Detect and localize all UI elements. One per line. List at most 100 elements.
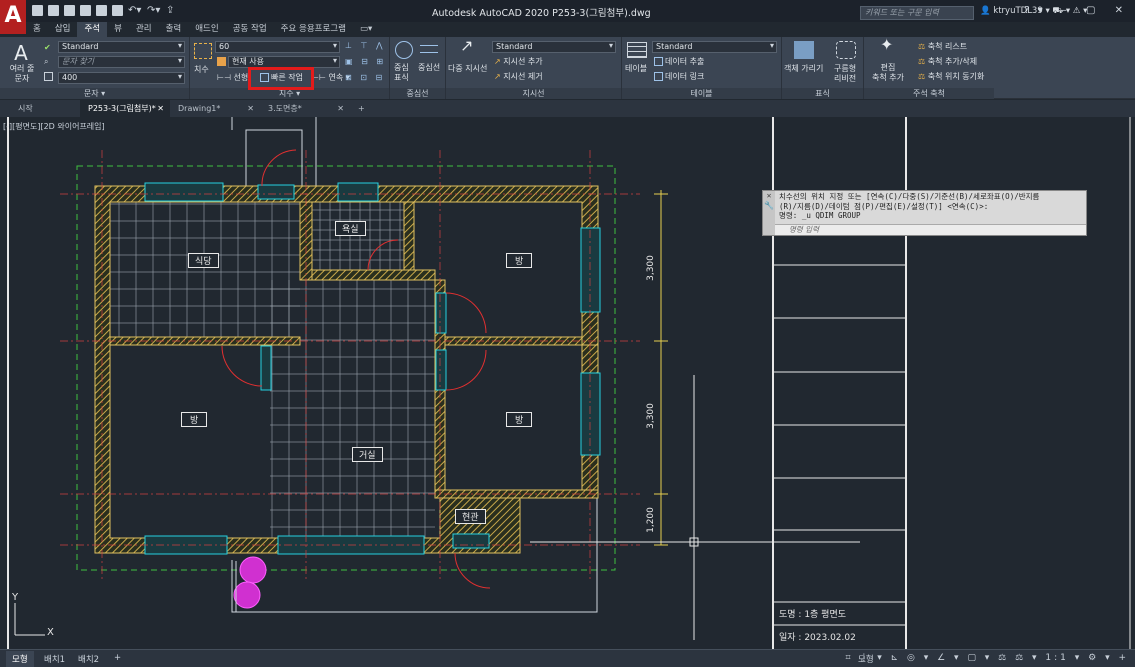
search-input[interactable]: 키워드 또는 구문 입력 (860, 6, 974, 20)
text-style-combo[interactable]: Standard (58, 41, 185, 53)
remove-leader-button[interactable]: ↗ 지시선 제거 (494, 72, 543, 82)
close-icon[interactable]: ✕ (157, 100, 164, 117)
window-title: Autodesk AutoCAD 2020 P253-3(그림첨부).dwg (432, 8, 651, 19)
saveas-icon[interactable] (80, 5, 91, 16)
dimension-icon[interactable] (194, 43, 212, 59)
layout-tab-model[interactable]: 모형 (6, 651, 34, 667)
text-height-icon (44, 72, 55, 82)
markup-panel-label: 표식 (782, 88, 863, 99)
text-panel: A 여러 줄 문자 ✔ Standard ⌕ 문자 찾기 400 문자 ▾ (0, 37, 190, 99)
web-icon[interactable] (96, 5, 107, 16)
command-window-handle[interactable]: ✕ 🔧 (763, 191, 775, 235)
multileader-icon[interactable]: ↗ (460, 38, 473, 54)
linear-dim-button[interactable]: ⊢⊣ 선형 (217, 73, 248, 83)
find-text-input[interactable]: 문자 찾기 (58, 56, 185, 68)
layout-tab-layout2[interactable]: 배치2 (72, 651, 105, 667)
table-icon[interactable] (627, 42, 647, 58)
leader-panel: ↗ 다중 지시선 Standard ↗ 지시선 추가 ↗ 지시선 제거 지시선 (446, 37, 622, 99)
tab-output[interactable]: 출력 (159, 22, 189, 37)
mtext-button[interactable]: 여러 줄 문자 (2, 64, 42, 84)
multileader-button[interactable]: 다중 지시선 (448, 64, 487, 74)
leader-panel-label[interactable]: 지시선 (446, 88, 621, 99)
dim-tools-row2[interactable]: ▣ ⊟ ⊞ (345, 57, 386, 67)
continue-icon: ⊢⊢ (312, 73, 329, 82)
close-icon[interactable]: ✕ (337, 100, 344, 117)
tab-overflow[interactable]: ▭▾ (353, 22, 379, 37)
revcloud-button[interactable]: 구름형 리비전 (834, 64, 856, 84)
data-extract-button[interactable]: 데이터 추출 (654, 57, 704, 67)
table-style-combo[interactable]: Standard (652, 41, 777, 53)
new-tab-button[interactable]: + (350, 100, 374, 117)
text-panel-label[interactable]: 문자 ▾ (0, 88, 189, 99)
data-link-icon (654, 72, 663, 81)
centerline-icon[interactable] (420, 45, 438, 53)
dim-tools-row1[interactable]: ⊥ ⊤ ⋀ (345, 41, 386, 51)
annotation-scale-panel: ✦ 편집 축척 추가 ⚖ 축척 리스트 ⚖ 축척 추가/삭제 ⚖ 축척 위치 동… (864, 37, 994, 99)
save-icon[interactable] (64, 5, 75, 16)
revcloud-icon[interactable] (836, 41, 856, 59)
window-controls[interactable]: ?▾ – ▢ ✕ (1024, 5, 1131, 16)
add-layout-button[interactable]: + (108, 651, 127, 665)
autocad-logo[interactable]: A (0, 0, 26, 34)
scale-list-icon: ⚖ (918, 42, 928, 51)
center-mark-button[interactable]: 중심 표식 (394, 63, 409, 83)
tab-insert[interactable]: 삽입 (48, 22, 78, 37)
print-icon[interactable] (112, 5, 123, 16)
tab-home[interactable]: 홈 (26, 22, 48, 37)
add-leader-button[interactable]: ↗ 지시선 추가 (494, 57, 543, 67)
ribbon: A 여러 줄 문자 ✔ Standard ⌕ 문자 찾기 400 문자 ▾ 치수… (0, 37, 1135, 99)
center-mark-icon[interactable] (395, 41, 413, 59)
file-tab-layers[interactable]: 3.도면층* ✕ (260, 100, 350, 117)
room-label-bath: 욕실 (335, 221, 366, 236)
file-tab-start[interactable]: 시작 (10, 100, 80, 117)
data-extract-icon (654, 57, 663, 66)
dimension-button[interactable]: 치수 (194, 65, 209, 75)
table-panel-label[interactable]: 테이블 (622, 88, 781, 99)
dim-scale-combo[interactable]: 60 (215, 41, 340, 53)
file-tab-bar: 시작 P253-3(그림첨부)* ✕ Drawing1* ✕ 3.도면층* ✕ + (0, 100, 1135, 117)
layout-tab-layout1[interactable]: 배치1 (38, 651, 71, 667)
text-height-combo[interactable]: 400 (58, 72, 185, 84)
tab-manage[interactable]: 관리 (129, 22, 159, 37)
room-label-room1: 방 (506, 253, 533, 268)
redo-icon[interactable]: ↷▾ (147, 5, 161, 16)
tab-annotate[interactable]: 주석 (77, 22, 108, 37)
wipeout-button[interactable]: 객체 가리기 (784, 64, 823, 74)
mleader-style-combo[interactable]: Standard (492, 41, 616, 53)
title-block-date: 일자 : 2023.02.02 (779, 633, 856, 643)
svg-text:X: X (47, 627, 54, 638)
check-spelling-icon[interactable]: ✔ (44, 43, 51, 53)
add-delete-scale-button[interactable]: ⚖ 축척 추가/삭제 (918, 57, 977, 67)
add-delete-scale-icon: ⚖ (918, 57, 928, 66)
status-toggles[interactable]: ⌗ ⋮ ▾ ⊾ ◎ ▾ ∠ ▾ ▢ ▾ ⚖ ⚖ ▾ 1:1 ▾ ⚙ ▾ + (845, 653, 1129, 663)
dim-layer-icon (217, 57, 228, 67)
room-label-room2: 방 (181, 412, 208, 427)
sync-scale-button[interactable]: ⚖ 축척 위치 동기화 (918, 72, 984, 82)
command-input[interactable]: 명령 입력 (775, 224, 1086, 235)
wipeout-icon[interactable] (794, 41, 814, 59)
tab-featured-apps[interactable]: 주요 응용프로그램 (274, 22, 353, 37)
find-text-icon: ⌕ (44, 57, 49, 66)
file-tab-drawing1[interactable]: Drawing1* ✕ (170, 100, 260, 117)
undo-icon[interactable]: ↶▾ (128, 5, 142, 16)
new-icon[interactable] (32, 5, 43, 16)
add-current-scale-button[interactable]: 편집 축척 추가 (872, 63, 904, 83)
add-scale-icon[interactable]: ✦ (880, 37, 893, 53)
viewport-controls[interactable]: [-][평면도][2D 와이어프레임] (3, 121, 105, 132)
tab-view[interactable]: 뷰 (107, 22, 129, 37)
scale-list-button[interactable]: ⚖ 축척 리스트 (918, 42, 967, 52)
data-link-button[interactable]: 데이터 링크 (654, 72, 704, 82)
dim-tools-row3[interactable]: ⊠ ⊡ ⊟ (345, 73, 385, 83)
close-icon[interactable]: ✕ (247, 100, 254, 117)
open-icon[interactable] (48, 5, 59, 16)
command-history-line-1: 치수선의 위치 지정 또는 [연속(C)/다중(S)/기준선(B)/세로좌표(O… (779, 192, 1040, 201)
mtext-icon[interactable]: A (6, 41, 36, 65)
share-icon[interactable]: ⇪ (166, 5, 180, 16)
centerline-button[interactable]: 중심선 (418, 63, 440, 73)
command-history-line-2: (R)/지름(D)/데이텀 점(P)/편집(E)/설정(T)] <연속(C)>: (779, 201, 989, 211)
dim-text-1: 3,300 (645, 255, 656, 281)
table-button[interactable]: 테이블 (625, 64, 647, 74)
tab-addins[interactable]: 애드인 (188, 22, 225, 37)
tab-collaborate[interactable]: 공동 작업 (226, 22, 274, 37)
file-tab-p253[interactable]: P253-3(그림첨부)* ✕ (80, 100, 170, 117)
